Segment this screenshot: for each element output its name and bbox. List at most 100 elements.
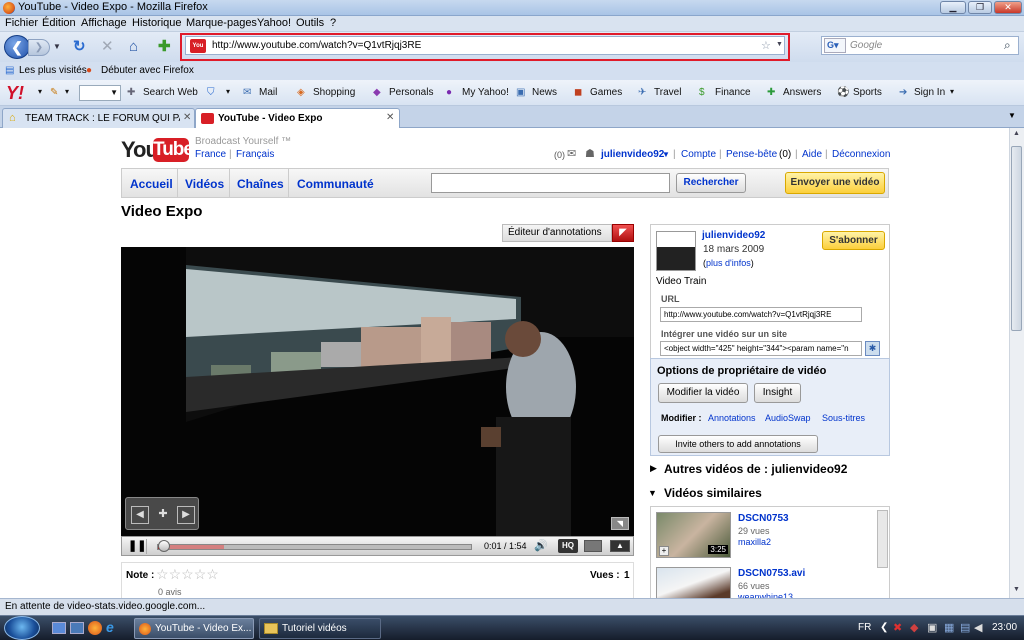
close-tab-icon[interactable]: ✕ bbox=[386, 112, 394, 123]
share-icon[interactable]: ✚ bbox=[154, 506, 172, 524]
star-icon[interactable]: ☆ bbox=[206, 566, 219, 582]
menu-help[interactable]: ? bbox=[330, 17, 336, 29]
close-tab-icon[interactable]: ✕ bbox=[183, 112, 191, 123]
yahoo-my-yahoo[interactable]: My Yahoo! bbox=[462, 87, 509, 98]
edit-video-button[interactable]: Modifier la vidéo bbox=[658, 383, 748, 403]
clock[interactable]: 23:00 bbox=[992, 622, 1017, 633]
related-thumbnail[interactable]: + 3:25 bbox=[656, 512, 731, 558]
related-title[interactable]: DSCN0753 bbox=[738, 513, 789, 524]
yt-help-link[interactable]: Aide bbox=[802, 149, 822, 160]
star-icon[interactable]: ☆ bbox=[169, 566, 182, 582]
menu-fichier[interactable]: Fichier bbox=[5, 17, 38, 29]
stop-icon[interactable]: ✕ bbox=[101, 39, 114, 55]
yahoo-travel[interactable]: Travel bbox=[654, 87, 681, 98]
annotation-editor-button[interactable]: Éditeur d'annotations bbox=[502, 224, 612, 242]
username-dropdown-icon[interactable]: ▼ bbox=[662, 150, 670, 159]
yt-quicklist-link[interactable]: Pense-bête bbox=[726, 149, 777, 160]
scroll-down-icon[interactable]: ▼ bbox=[1013, 586, 1020, 593]
related-title[interactable]: DSCN0753.avi bbox=[738, 568, 805, 579]
more-info-link[interactable]: plus d'infos bbox=[706, 258, 751, 268]
close-window-button[interactable]: ✕ bbox=[994, 1, 1022, 14]
tab-team-track[interactable]: ⌂ TEAM TRACK : LE FORUM QUI PAR... ✕ bbox=[2, 108, 195, 128]
star-icon[interactable]: ☆ bbox=[181, 566, 194, 582]
taskbar-item-firefox[interactable]: YouTube - Video Ex... bbox=[134, 618, 254, 639]
menu-edition[interactable]: Édition bbox=[42, 17, 76, 29]
menu-affichage[interactable]: Affichage bbox=[81, 17, 127, 29]
forward-button[interactable]: ❯ bbox=[28, 39, 50, 56]
inbox-icon[interactable]: ✉ bbox=[567, 147, 576, 160]
maximize-button[interactable]: ❐ bbox=[968, 1, 992, 14]
subscribe-button[interactable]: S'abonner bbox=[822, 231, 885, 250]
youtube-logo[interactable]: You Tube bbox=[121, 137, 194, 162]
volume-tray-icon[interactable]: ◀ bbox=[974, 621, 982, 634]
search-box[interactable]: G▾ Google ⌕ bbox=[821, 36, 1019, 55]
invite-annotations-button[interactable]: Invite others to add annotations bbox=[658, 435, 818, 453]
menu-yahoo[interactable]: Yahoo! bbox=[257, 17, 291, 29]
search-icon[interactable]: ⌕ bbox=[1004, 38, 1011, 53]
channel-name[interactable]: julienvideo92 bbox=[702, 230, 765, 241]
subtitles-link[interactable]: Sous-titres bbox=[822, 413, 865, 423]
yahoo-logo[interactable]: Y! bbox=[6, 83, 24, 104]
yt-language[interactable]: Français bbox=[236, 149, 274, 160]
scrollbar-thumb[interactable] bbox=[1011, 146, 1022, 331]
annotation-editor-icon[interactable]: ◤ bbox=[612, 224, 634, 242]
menu-outils[interactable]: Outils bbox=[296, 17, 324, 29]
tab-list-icon[interactable]: ▼ bbox=[1008, 111, 1016, 120]
yahoo-finance[interactable]: Finance bbox=[715, 87, 751, 98]
related-user[interactable]: maxilla2 bbox=[738, 537, 771, 547]
back-button[interactable]: ❮ bbox=[4, 35, 30, 59]
audioswap-link[interactable]: AudioSwap bbox=[765, 413, 811, 423]
nav-home[interactable]: Accueil bbox=[130, 177, 173, 191]
yahoo-dropdown-icon[interactable]: ▾ bbox=[38, 87, 42, 96]
pause-icon[interactable]: ❚❚ bbox=[128, 539, 146, 552]
pencil-dropdown-icon[interactable]: ▾ bbox=[65, 87, 69, 96]
star-icon[interactable]: ☆ bbox=[194, 566, 207, 582]
yahoo-games[interactable]: Games bbox=[590, 87, 622, 98]
add-bookmark-icon[interactable]: ✚ bbox=[158, 39, 171, 55]
yt-logout-link[interactable]: Déconnexion bbox=[832, 149, 890, 160]
history-dropdown-icon[interactable]: ▼ bbox=[53, 42, 61, 51]
sign-in-dropdown-icon[interactable]: ▾ bbox=[950, 87, 954, 96]
volume-icon[interactable]: 🔊 bbox=[534, 539, 548, 552]
reload-icon[interactable]: ↻ bbox=[73, 39, 86, 55]
minimize-button[interactable]: ▁ bbox=[940, 1, 966, 14]
yahoo-news[interactable]: News bbox=[532, 87, 557, 98]
yt-search-button[interactable]: Rechercher bbox=[676, 173, 746, 193]
fullscreen-icon[interactable]: ▲ bbox=[610, 540, 630, 552]
add-to-quicklist-icon[interactable]: + bbox=[659, 546, 669, 556]
yahoo-search-web[interactable]: Search Web bbox=[143, 87, 198, 98]
embed-settings-icon[interactable]: ✱ bbox=[865, 341, 880, 356]
tray-device-icon[interactable]: ▣ bbox=[927, 621, 937, 634]
embed-code-field[interactable]: <object width="425" height="344"><param … bbox=[660, 341, 862, 356]
hq-button[interactable]: HQ bbox=[558, 539, 578, 553]
tray-monitor-icon[interactable]: ▤ bbox=[960, 621, 970, 634]
more-from-channel[interactable]: Autres vidéos de : julienvideo92 bbox=[664, 462, 847, 476]
ie-quicklaunch-icon[interactable]: e bbox=[106, 619, 114, 635]
star-icon[interactable]: ☆ bbox=[156, 566, 169, 582]
tab-youtube[interactable]: YouTube - Video Expo ✕ bbox=[195, 108, 400, 128]
related-videos-heading[interactable]: Vidéos similaires bbox=[664, 486, 762, 500]
yahoo-answers[interactable]: Answers bbox=[783, 87, 821, 98]
yahoo-sign-in[interactable]: Sign In bbox=[914, 87, 945, 98]
language-indicator[interactable]: FR bbox=[858, 622, 871, 633]
prev-icon[interactable]: ◀ bbox=[131, 506, 149, 524]
yahoo-search-input[interactable]: ▼ bbox=[79, 85, 121, 101]
firefox-quicklaunch-icon[interactable] bbox=[88, 621, 102, 635]
related-scrollbar[interactable] bbox=[877, 510, 888, 568]
google-engine-icon[interactable]: G▾ bbox=[824, 38, 846, 53]
shield-icon[interactable]: ⛉ bbox=[207, 87, 215, 98]
yahoo-personals[interactable]: Personals bbox=[389, 87, 433, 98]
scrubber-handle[interactable] bbox=[158, 540, 170, 552]
next-icon[interactable]: ▶ bbox=[177, 506, 195, 524]
nav-community[interactable]: Communauté bbox=[297, 177, 374, 191]
bookmark-getting-started[interactable]: Débuter avec Firefox bbox=[101, 65, 194, 76]
tray-expand-icon[interactable]: ❮ bbox=[880, 622, 888, 633]
yahoo-search-dropdown-icon[interactable]: ▼ bbox=[110, 88, 118, 97]
tray-app-icon[interactable]: ◆ bbox=[910, 621, 918, 634]
pencil-icon[interactable]: ✎ bbox=[50, 87, 58, 98]
show-desktop-icon[interactable] bbox=[52, 622, 66, 634]
switch-windows-icon[interactable] bbox=[70, 622, 84, 634]
menu-historique[interactable]: Historique bbox=[132, 17, 182, 29]
progress-track[interactable] bbox=[157, 544, 472, 550]
tray-alert-icon[interactable]: ✖ bbox=[893, 621, 902, 634]
